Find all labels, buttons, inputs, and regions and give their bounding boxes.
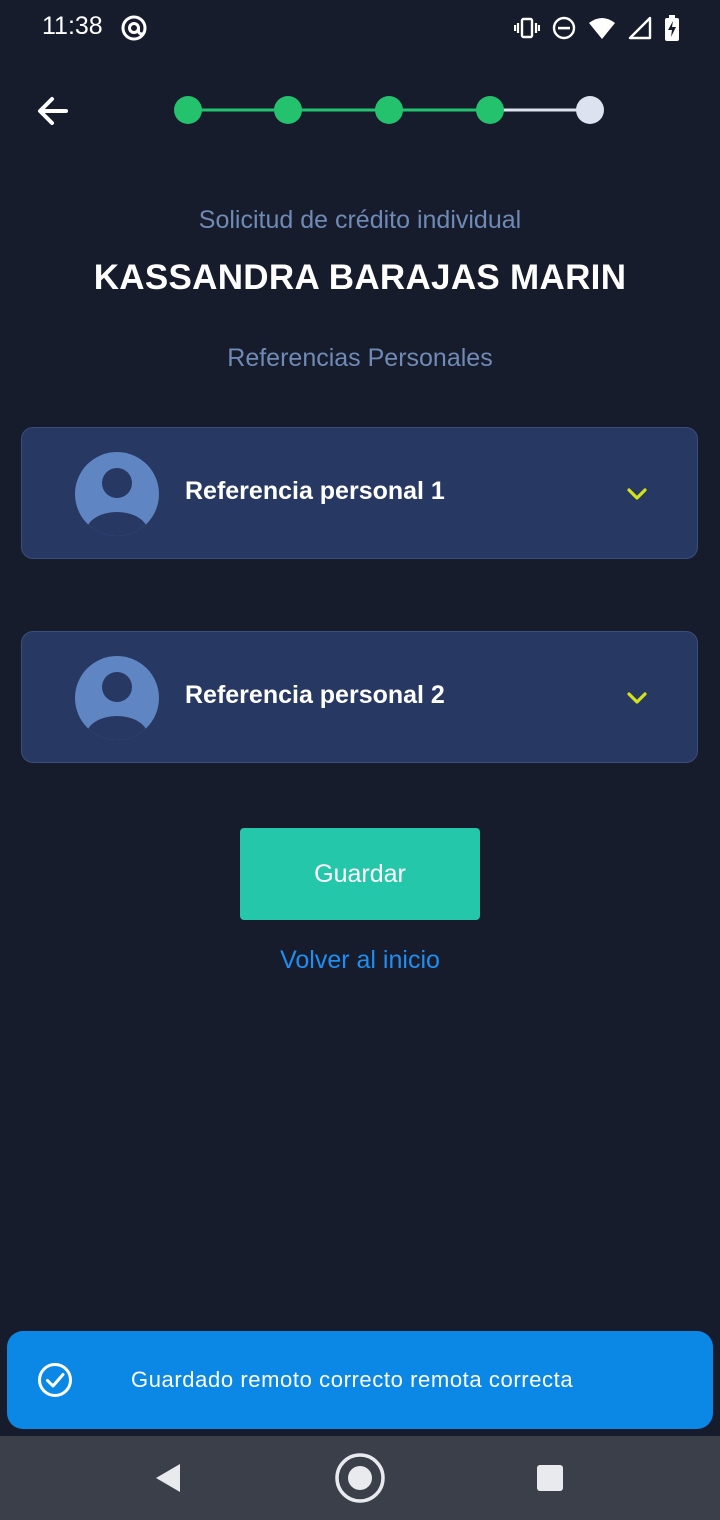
progress-stepper — [174, 96, 604, 124]
reference-label: Referencia personal 2 — [185, 681, 445, 709]
arrow-left-icon[interactable] — [32, 90, 74, 132]
status-time: 11:38 — [42, 12, 103, 40]
stepper-dot-3 — [375, 96, 403, 124]
status-icons — [514, 14, 680, 42]
chevron-down-icon[interactable] — [625, 686, 649, 710]
back-to-home-link[interactable]: Volver al inicio — [0, 946, 720, 975]
at-sign-icon — [121, 15, 147, 41]
reference-card-1[interactable]: Referencia personal 1 — [21, 427, 698, 559]
nav-recents-icon[interactable] — [536, 1464, 564, 1492]
success-toast: Guardado remoto correcto remota correcta — [7, 1331, 713, 1429]
client-name: KASSANDRA BARAJAS MARIN — [93, 258, 627, 297]
vibrate-icon — [514, 17, 540, 39]
stepper-dot-5 — [576, 96, 604, 124]
save-button[interactable]: Guardar — [240, 828, 480, 920]
page-subtitle: Solicitud de crédito individual — [198, 206, 522, 234]
user-avatar-icon — [75, 452, 159, 536]
battery-charging-icon — [665, 15, 679, 41]
nav-back-icon[interactable] — [150, 1458, 190, 1498]
check-circle-icon — [38, 1363, 72, 1397]
section-title: Referencias Personales — [227, 344, 493, 372]
stepper-dot-2 — [274, 96, 302, 124]
stepper-dot-1 — [174, 96, 202, 124]
status-bar: 11:38 — [0, 0, 720, 56]
nav-home-icon[interactable] — [334, 1452, 386, 1504]
do-not-disturb-icon — [552, 16, 576, 40]
toast-message: Guardado remoto correcto remota correcta — [131, 1367, 574, 1392]
user-avatar-icon — [75, 656, 159, 740]
signal-icon — [628, 16, 652, 40]
reference-label: Referencia personal 1 — [185, 477, 445, 505]
reference-card-2[interactable]: Referencia personal 2 — [21, 631, 698, 763]
chevron-down-icon[interactable] — [625, 482, 649, 506]
stepper-dot-4 — [476, 96, 504, 124]
wifi-icon — [589, 18, 615, 39]
system-nav-bar — [0, 1436, 720, 1520]
